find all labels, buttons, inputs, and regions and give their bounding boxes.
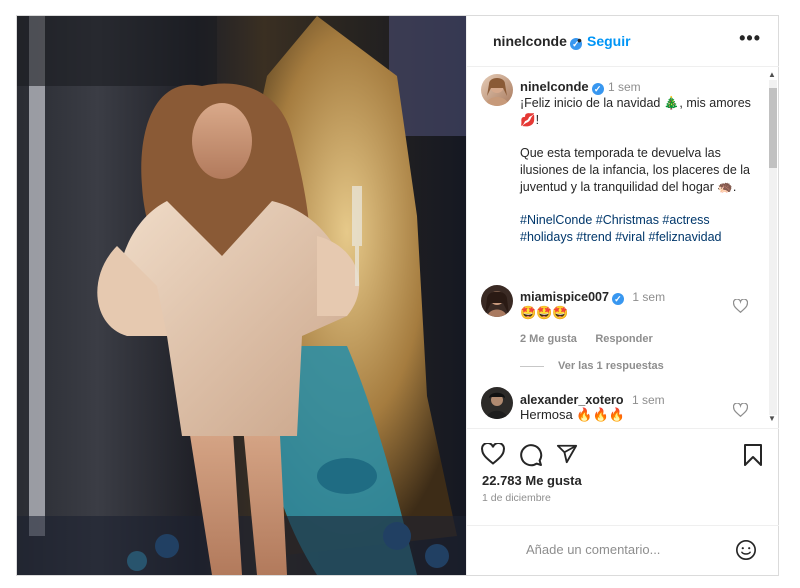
scrollbar-thumb[interactable] [769, 88, 777, 168]
paper-plane-icon[interactable] [556, 443, 578, 470]
comment-likes[interactable]: 2 Me gusta [520, 333, 577, 345]
avatar-image [485, 291, 509, 317]
more-options-icon[interactable]: ••• [739, 28, 761, 49]
verified-icon: ✓ [591, 83, 604, 95]
comment-heart-icon[interactable] [732, 298, 749, 316]
reply-button[interactable]: Responder [595, 333, 652, 345]
caption-time: 1 sem [608, 80, 641, 94]
scroll-down-arrow-icon[interactable]: ▼ [768, 414, 776, 423]
caption-text: ¡Feliz inicio de la navidad 🎄, mis amore… [520, 95, 755, 262]
post-header: ninelconde ✓ • Seguir ••• [467, 16, 779, 67]
post-date[interactable]: 1 de diciembre [482, 492, 551, 504]
bookmark-icon[interactable] [743, 443, 763, 472]
replies-line [520, 365, 544, 367]
comment-time: 1 sem [631, 393, 665, 407]
heart-icon[interactable] [481, 442, 505, 470]
caption-username-text[interactable]: ninelconde [520, 79, 589, 94]
action-bar [467, 428, 779, 477]
header-username-text[interactable]: ninelconde [493, 33, 567, 49]
follow-button[interactable]: Seguir [587, 33, 631, 49]
comment-header: miamispice007 ✓ 1 sem [520, 288, 665, 306]
header-username[interactable]: ninelconde ✓ [493, 33, 582, 50]
header-separator: • [577, 32, 582, 48]
comment-icon[interactable] [519, 443, 543, 472]
view-replies-text[interactable]: Ver las 1 respuestas [558, 360, 664, 372]
caption-line-1: ¡Feliz inicio de la navidad 🎄, mis amore… [520, 96, 751, 127]
comment-username[interactable]: miamispice007 [520, 290, 609, 304]
avatar-image [486, 392, 508, 419]
avatar[interactable] [481, 285, 513, 317]
comment-text: Hermosa 🔥🔥🔥 [520, 407, 625, 422]
post-image-illustration [17, 16, 466, 575]
comment-input[interactable] [524, 541, 728, 558]
comment-time: 1 sem [632, 290, 666, 304]
scroll-up-arrow-icon[interactable]: ▲ [768, 70, 776, 79]
caption-line-2: Que esta temporada te devuelva las ilusi… [520, 146, 750, 194]
caption-hashtags[interactable]: #NinelConde #Christmas #actress #holiday… [520, 212, 755, 246]
avatar-image [485, 78, 509, 106]
instagram-post: ninelconde ✓ • Seguir ••• ninelconde ✓ 1 s… [16, 15, 779, 576]
caption-username[interactable]: ninelconde ✓ [520, 79, 604, 95]
smiley-icon[interactable] [735, 539, 757, 561]
comments-list[interactable]: ninelconde ✓ 1 sem ¡Feliz inicio de la na… [467, 67, 779, 427]
comments-scrollbar[interactable]: ▲ ▼ [767, 70, 777, 423]
post-side-panel: ninelconde ✓ • Seguir ••• ninelconde ✓ 1 s… [466, 16, 779, 575]
comment-username[interactable]: alexander_xotero [520, 393, 624, 407]
comment-meta: 2 Me gusta Responder [520, 329, 653, 347]
comment-heart-icon[interactable] [732, 402, 749, 420]
avatar[interactable] [481, 74, 513, 106]
likes-count[interactable]: 22.783 Me gusta [482, 473, 582, 488]
avatar[interactable] [481, 387, 513, 419]
add-comment-bar [467, 525, 779, 576]
comment-text: 🤩🤩🤩 [520, 305, 569, 320]
post-photo[interactable] [17, 16, 466, 575]
verified-icon: ✓ [611, 293, 624, 305]
view-replies-button[interactable]: Ver las 1 respuestas [520, 360, 664, 372]
